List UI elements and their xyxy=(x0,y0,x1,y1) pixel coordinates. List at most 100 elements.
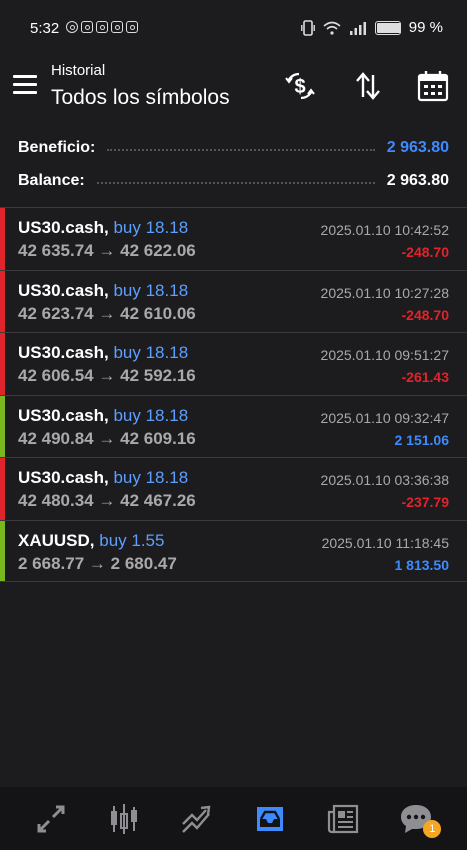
messages-icon[interactable]: 1 xyxy=(395,798,442,840)
deal-time: 2025.01.10 11:18:45 xyxy=(321,534,449,551)
bottom-nav: 1 xyxy=(0,787,467,850)
deal-prices: 42 606.54 → 42 592.16 xyxy=(18,366,196,386)
open-price: 42 606.54 xyxy=(18,366,94,385)
deal-title: US30.cash, buy 18.18 xyxy=(18,468,188,488)
arrow-icon: → xyxy=(98,303,116,323)
deal-row[interactable]: US30.cash, buy 18.18 42 635.74 → 42 622.… xyxy=(0,207,467,270)
news-icon[interactable] xyxy=(322,798,364,840)
sort-icon[interactable] xyxy=(350,68,386,104)
trade-icon[interactable] xyxy=(176,798,218,840)
close-price: 2 680.47 xyxy=(110,553,177,573)
profit-value: 2 963.80 xyxy=(386,139,449,156)
calendar-icon[interactable] xyxy=(415,68,451,104)
deal-profit: -248.70 xyxy=(401,306,449,323)
deal-prices: 42 623.74 → 42 610.06 xyxy=(18,304,196,324)
history-icon[interactable] xyxy=(249,798,291,840)
deal-prices: 42 480.34 → 42 467.26 xyxy=(18,491,196,511)
messenger-icon xyxy=(66,21,78,33)
deal-row[interactable]: US30.cash, buy 18.18 42 606.54 → 42 592.… xyxy=(0,332,467,395)
open-price: 2 668.77 xyxy=(18,553,85,573)
dotted-leader xyxy=(96,182,375,184)
app-header: Historial Todos los símbolos $ xyxy=(0,56,467,120)
deal-prices: 42 490.84 → 42 609.16 xyxy=(18,429,196,449)
deal-time: 2025.01.10 09:51:27 xyxy=(320,347,449,363)
deal-title: XAUUSD, buy 1.55 xyxy=(18,531,164,551)
balance-label: Balance: xyxy=(18,172,85,189)
battery-percent: 99 % xyxy=(408,19,443,36)
open-price: 42 480.34 xyxy=(18,491,94,510)
vibrate-icon xyxy=(300,19,315,36)
balance-value: 2 963.80 xyxy=(386,172,449,189)
deal-time: 2025.01.10 03:36:38 xyxy=(320,472,449,488)
chat-icon xyxy=(126,21,138,33)
deal-type: buy 18.18 xyxy=(113,218,189,237)
deal-row[interactable]: US30.cash, buy 18.18 42 490.84 → 42 609.… xyxy=(0,394,467,457)
deal-profit: 2 151.06 xyxy=(394,431,450,448)
deal-prices: 2 668.77 → 2 680.47 xyxy=(18,554,177,574)
status-bar: 5:32 99 % xyxy=(0,0,467,56)
menu-button[interactable] xyxy=(13,75,37,95)
deal-symbol: US30.cash, xyxy=(18,343,109,362)
deal-symbol: US30.cash, xyxy=(18,405,109,425)
battery-icon xyxy=(374,20,401,35)
deal-symbol: US30.cash, xyxy=(18,468,109,487)
deal-time: 2025.01.10 09:32:47 xyxy=(320,409,449,426)
instagram-icon xyxy=(81,21,93,33)
deals-list: US30.cash, buy 18.18 42 635.74 → 42 622.… xyxy=(0,207,467,582)
deal-title: US30.cash, buy 18.18 xyxy=(18,343,188,363)
deal-symbol: XAUUSD, xyxy=(18,530,95,550)
deal-prices: 42 635.74 → 42 622.06 xyxy=(18,241,196,261)
close-price: 42 610.06 xyxy=(120,303,196,323)
direction-bar xyxy=(0,333,5,395)
dotted-leader xyxy=(107,149,375,151)
open-price: 42 490.84 xyxy=(18,428,94,448)
currency-exchange-icon[interactable]: $ xyxy=(282,68,318,104)
deal-row[interactable]: US30.cash, buy 18.18 42 480.34 → 42 467.… xyxy=(0,457,467,520)
chart-icon[interactable] xyxy=(103,798,145,840)
close-price: 42 622.06 xyxy=(120,241,196,260)
direction-bar xyxy=(0,520,5,581)
deal-profit: -248.70 xyxy=(401,244,449,260)
quotes-icon[interactable] xyxy=(30,798,72,840)
deal-row[interactable]: XAUUSD, buy 1.55 2 668.77 → 2 680.47 202… xyxy=(0,519,467,582)
balance-row: Balance: 2 963.80 xyxy=(18,169,449,193)
deal-title: US30.cash, buy 18.18 xyxy=(18,406,188,426)
close-price: 42 609.16 xyxy=(120,428,196,448)
profit-row: Beneficio: 2 963.80 xyxy=(18,136,449,160)
signal-icon xyxy=(349,21,366,35)
deal-symbol: US30.cash, xyxy=(18,280,109,300)
symbol-selector[interactable]: Todos los símbolos xyxy=(51,86,230,110)
arrow-icon: → xyxy=(88,553,106,573)
deal-title: US30.cash, buy 18.18 xyxy=(18,281,188,301)
deal-title: US30.cash, buy 18.18 xyxy=(18,218,188,238)
deal-symbol: US30.cash, xyxy=(18,218,109,237)
deal-type: buy 18.18 xyxy=(113,280,189,300)
wifi-icon xyxy=(323,21,341,35)
deal-time: 2025.01.10 10:42:52 xyxy=(320,222,449,238)
close-price: 42 592.16 xyxy=(120,366,196,385)
svg-text:$: $ xyxy=(294,76,305,98)
open-price: 42 635.74 xyxy=(18,241,94,260)
notification-badge: 1 xyxy=(423,819,442,838)
deal-profit: 1 813.50 xyxy=(394,556,450,573)
arrow-icon: → xyxy=(98,428,116,448)
arrow-icon: → xyxy=(98,241,116,260)
direction-bar xyxy=(0,208,5,270)
deal-type: buy 1.55 xyxy=(99,530,165,550)
deal-profit: -237.79 xyxy=(401,494,449,510)
arrow-icon: → xyxy=(98,491,116,510)
status-time: 5:32 xyxy=(30,20,60,37)
arrow-icon: → xyxy=(98,366,116,385)
status-right: 99 % xyxy=(300,19,443,36)
instagram-icon xyxy=(111,21,123,33)
page-subtitle: Historial xyxy=(51,62,106,79)
direction-bar xyxy=(0,395,5,457)
open-price: 42 623.74 xyxy=(18,303,94,323)
notification-icons xyxy=(66,21,138,33)
deal-type: buy 18.18 xyxy=(113,468,189,487)
instagram-icon xyxy=(96,21,108,33)
deal-type: buy 18.18 xyxy=(113,343,189,362)
close-price: 42 467.26 xyxy=(120,491,196,510)
deal-row[interactable]: US30.cash, buy 18.18 42 623.74 → 42 610.… xyxy=(0,269,467,332)
direction-bar xyxy=(0,458,5,520)
